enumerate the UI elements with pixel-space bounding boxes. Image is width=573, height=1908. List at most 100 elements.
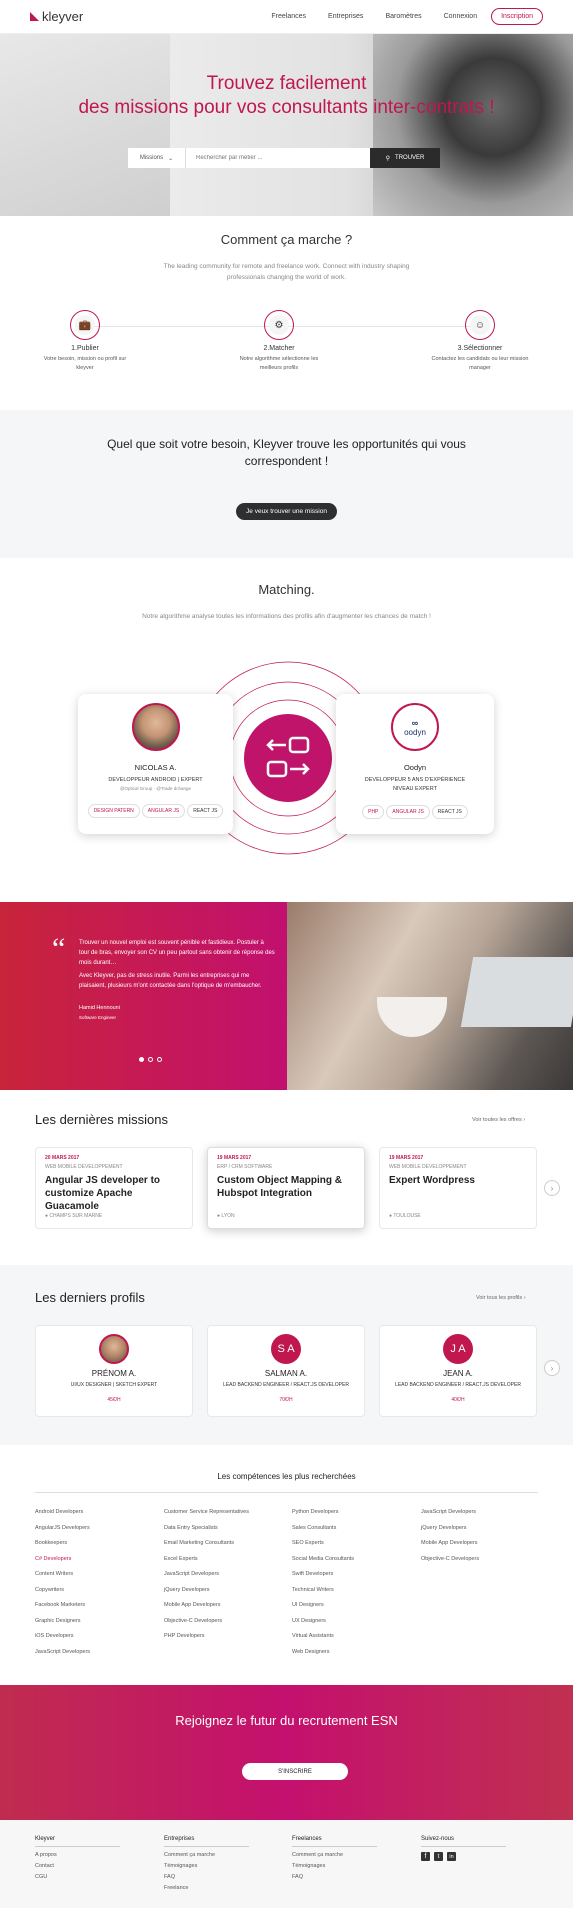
skill-link[interactable]: JavaScript Developers [35,1649,155,1665]
logo[interactable]: kleyver [30,9,83,24]
skill-link[interactable]: C# Developers [35,1556,155,1572]
profile-card[interactable]: PRÉNOM A. UI/UX DESIGNER | SKETCH EXPERT 4… [35,1325,193,1417]
company-card[interactable]: ∞ oodyn Oodyn DEVELOPPEUR 5 ANS D'EXPÉRIE… [336,694,494,834]
nav-connexion[interactable]: Connexion [444,13,477,20]
linkedin-icon[interactable]: in [447,1852,456,1861]
mission-card[interactable]: 20 MARS 2017 WEB MOBILE DEVELOPPEMENT Angu… [35,1147,193,1229]
footer-link[interactable]: A propos [35,1852,145,1863]
skill-link[interactable]: UX Designers [292,1618,412,1634]
footer-link[interactable]: CGU [35,1874,145,1885]
coffee-photo [287,902,573,1090]
signup-button[interactable]: Inscription [491,8,543,25]
search-icon: ⚲ [385,155,391,162]
skills-title: Les compétences les plus recherchées [217,1472,356,1481]
footer-link[interactable]: Comment ça marche [292,1852,402,1863]
skill-link[interactable]: Web Designers [292,1649,412,1665]
how-subtitle: The leading community for remote and fre… [163,263,410,281]
location-icon: ● [217,1213,221,1219]
dot[interactable] [157,1057,162,1062]
find-mission-button[interactable]: Je veux trouver une mission [236,503,337,520]
skill-link[interactable]: jQuery Developers [421,1525,541,1541]
skill-link[interactable]: Objective-C Developers [421,1556,541,1572]
see-all-profiles-link[interactable]: Voir tous les profils › [476,1295,526,1301]
location-icon: ● [389,1213,393,1219]
footer-col-freelances: Freelances Comment ça marche Témoignages… [292,1836,402,1885]
dot-active[interactable] [139,1057,144,1062]
step-matcher: ⚙ 2.Matcher Notre algorithme sélectionne … [229,310,329,373]
footer-link[interactable]: Contact [35,1863,145,1874]
skill-link[interactable]: Email Marketing Consultants [164,1540,284,1556]
footer-link[interactable]: Freelance [164,1885,274,1896]
skill-link[interactable]: Virtual Assistants [292,1633,412,1649]
avatar [131,703,180,751]
carousel-dots [139,1057,162,1062]
dot[interactable] [148,1057,153,1062]
footer-link[interactable]: Témoignages [292,1863,402,1874]
skill-link[interactable]: Sales Consultants [292,1525,412,1541]
header: kleyver Freelances Entreprises Baromètre… [0,0,573,34]
skill-link[interactable]: Bookkeepers [35,1540,155,1556]
candidate-card[interactable]: NICOLAS A. DEVELOPPEUR ANDROID | EXPERT … [78,694,233,834]
twitter-icon[interactable]: t [434,1852,443,1861]
skill-link[interactable]: Swift Developers [292,1571,412,1587]
profiles-next-arrow-icon[interactable]: › [544,1360,560,1376]
nav-barometres[interactable]: Baromètres [385,13,421,20]
logo-text: kleyver [42,9,84,24]
profile-card[interactable]: J A JEAN A. LEAD BACKEND ENGINEER / REACT… [379,1325,537,1417]
nav-entreprises[interactable]: Entreprises [328,13,363,20]
footer-link[interactable]: Témoignages [164,1863,274,1874]
skill-link[interactable]: Objective-C Developers [164,1618,284,1634]
search-bar: Missions⌄ ⚲TROUVER [128,148,440,168]
skill-link[interactable]: PHP Developers [164,1633,284,1649]
hero-title: Trouvez facilement des missions pour vos … [78,73,495,118]
skill-link[interactable]: SEO Experts [292,1540,412,1556]
skill-link[interactable]: Android Developers [35,1509,155,1525]
missions-next-arrow-icon[interactable]: › [544,1180,560,1196]
skill-link[interactable]: Data Entry Specialists [164,1525,284,1541]
skill-link[interactable]: Technical Writers [292,1587,412,1603]
promo-section: Quel que soit votre besoin, Kleyver trou… [0,410,573,558]
profiles-title: Les derniers profils [35,1290,145,1305]
skill-link[interactable]: Content Writers [35,1571,155,1587]
skill-link[interactable]: jQuery Developers [164,1587,284,1603]
skill-link[interactable]: Excel Experts [164,1556,284,1572]
matching-section: Matching. Notre algorithme analyse toute… [0,582,573,622]
skill-link[interactable]: Facebook Marketers [35,1602,155,1618]
mission-card[interactable]: 19 MARS 2017 WEB MOBILE DEVELOPPEMENT Expe… [379,1147,537,1229]
profile-card[interactable]: S A SALMAN A. LEAD BACKEND ENGINEER / REA… [207,1325,365,1417]
skill-link[interactable]: JavaScript Developers [421,1509,541,1525]
mission-card[interactable]: 19 MARS 2017 ERP / CRM SOFTWARE Custom Obj… [207,1147,365,1229]
skill-link[interactable]: iOS Developers [35,1633,155,1649]
skill-link[interactable]: Python Developers [292,1509,412,1525]
skills-col-1: Android Developers AngularJS Developers Bo… [35,1509,155,1664]
skill-link[interactable]: Customer Service Representatives [164,1509,284,1525]
skill-link[interactable]: Copywriters [35,1587,155,1603]
cta-title: Rejoignez le futur du recrutement ESN [175,1713,398,1728]
search-input[interactable] [186,148,370,168]
skill-link[interactable]: UI Designers [292,1602,412,1618]
footer-link[interactable]: FAQ [292,1874,402,1885]
promo-title: Quel que soit votre besoin, Kleyver trou… [107,437,466,468]
nav-freelances[interactable]: Freelances [271,13,306,20]
skills-col-4: JavaScript Developers jQuery Developers Mo… [421,1509,541,1571]
logo-icon [30,12,39,21]
skill-link[interactable]: Graphic Designers [35,1618,155,1634]
avatar: J A [443,1334,473,1364]
footer-link[interactable]: Comment ça marche [164,1852,274,1863]
facebook-icon[interactable]: f [421,1852,430,1861]
skill-link[interactable]: AngularJS Developers [35,1525,155,1541]
step-selectionner: ☺ 3.Sélectionner Contactez les candidats … [430,310,530,373]
search-button[interactable]: ⚲ TROUVER [370,148,440,168]
avatar: S A [271,1334,301,1364]
skill-link[interactable]: Mobile App Developers [164,1602,284,1618]
skill-link[interactable]: Mobile App Developers [421,1540,541,1556]
chevron-down-icon: ⌄ [168,155,174,162]
signup-cta-button[interactable]: S'INSCRIRE [242,1763,348,1780]
skill-link[interactable]: Social Media Consultants [292,1556,412,1572]
see-all-missions-link[interactable]: Voir toutes les offres › [472,1117,525,1123]
skills-col-2: Customer Service Representatives Data Ent… [164,1509,284,1649]
divider [35,1492,538,1493]
skill-link[interactable]: JavaScript Developers [164,1571,284,1587]
footer-link[interactable]: FAQ [164,1874,274,1885]
category-select[interactable]: Missions ⌄ [128,148,186,168]
